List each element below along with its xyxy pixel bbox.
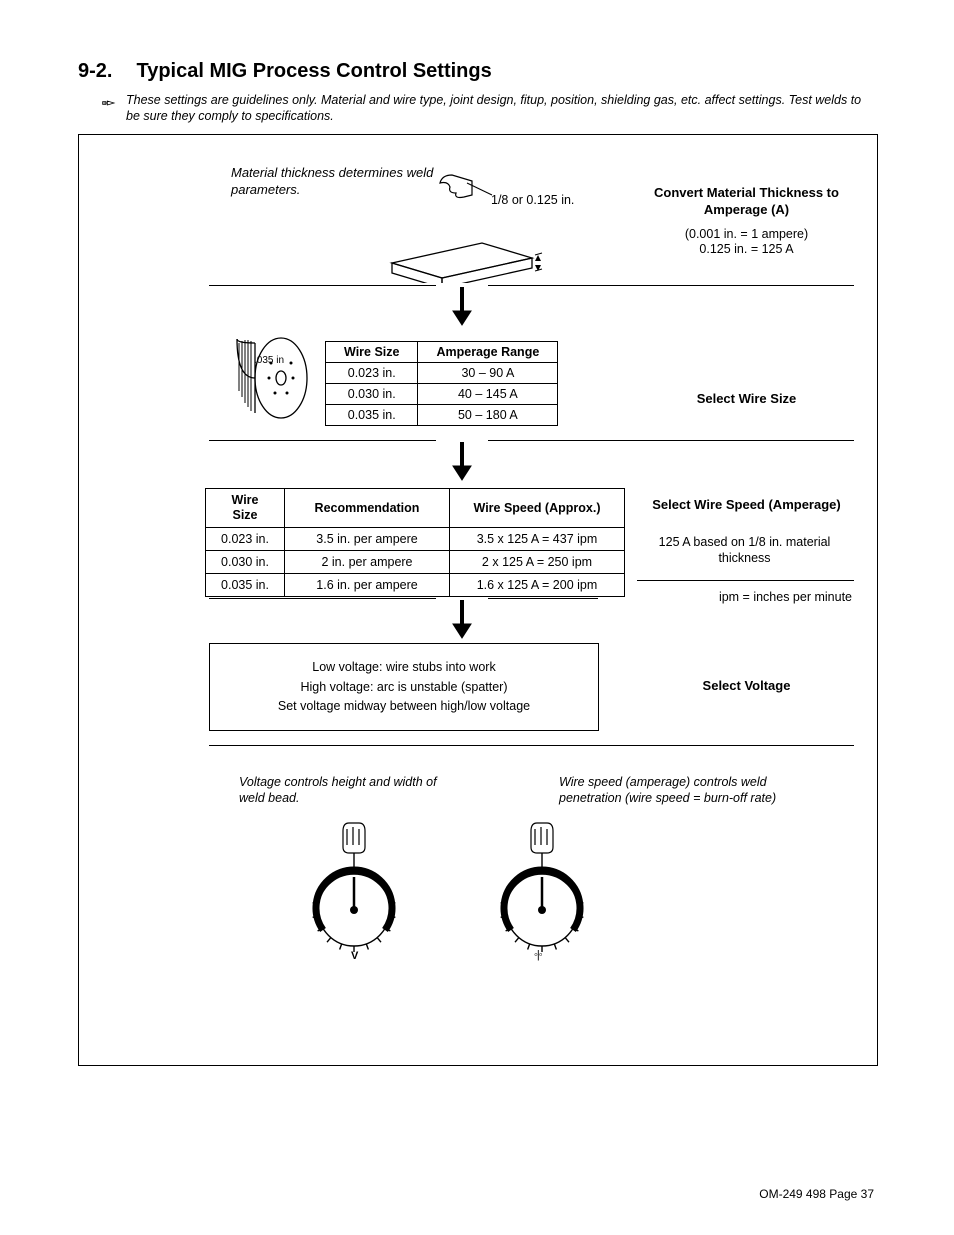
divider bbox=[209, 440, 436, 441]
convert-eq2: 0.125 in. = 125 A bbox=[649, 242, 844, 256]
ipm-definition: ipm = inches per minute bbox=[637, 590, 852, 604]
high-voltage-note: High voltage: arc is unstable (spatter) bbox=[226, 678, 582, 697]
cell: 2 in. per ampere bbox=[285, 551, 450, 574]
arrow-down-icon bbox=[451, 287, 473, 327]
col-wire-size: Wire Size bbox=[206, 489, 285, 528]
cell: 1.6 in. per ampere bbox=[285, 574, 450, 597]
divider bbox=[488, 598, 598, 599]
spool-size-label: .035 in bbox=[254, 355, 284, 366]
cell: 40 – 145 A bbox=[418, 384, 558, 405]
guideline-note: These settings are guidelines only. Mate… bbox=[102, 93, 878, 124]
convert-amperage-block: Convert Material Thickness to Amperage (… bbox=[649, 185, 844, 256]
wire-size-table: Wire Size Amperage Range 0.023 in.30 – 9… bbox=[325, 341, 558, 426]
material-plate-icon bbox=[357, 163, 547, 283]
mid-voltage-note: Set voltage midway between high/low volt… bbox=[226, 697, 582, 716]
wirespeed-knob-icon bbox=[487, 815, 597, 955]
convert-eq1: (0.001 in. = 1 ampere) bbox=[649, 226, 844, 242]
cell: 50 – 180 A bbox=[418, 405, 558, 426]
select-wire-size-title: Select Wire Size bbox=[649, 391, 844, 406]
divider bbox=[488, 285, 854, 286]
low-voltage-note: Low voltage: wire stubs into work bbox=[226, 658, 582, 677]
note-text: These settings are guidelines only. Mate… bbox=[126, 93, 878, 124]
divider bbox=[209, 598, 436, 599]
cell: 0.030 in. bbox=[326, 384, 418, 405]
cell: 0.035 in. bbox=[326, 405, 418, 426]
cell: 3.5 x 125 A = 437 ipm bbox=[450, 528, 625, 551]
divider bbox=[209, 285, 436, 286]
page-footer: OM-249 498 Page 37 bbox=[759, 1187, 874, 1201]
cell: 30 – 90 A bbox=[418, 363, 558, 384]
cell: 2 x 125 A = 250 ipm bbox=[450, 551, 625, 574]
arrow-down-icon bbox=[451, 600, 473, 640]
convert-title: Convert Material Thickness to Amperage (… bbox=[649, 185, 844, 218]
select-wire-speed-title: Select Wire Speed (Amperage) bbox=[649, 497, 844, 513]
divider bbox=[209, 745, 854, 746]
cell: 0.035 in. bbox=[206, 574, 285, 597]
wire-spool-icon bbox=[215, 333, 315, 423]
section-heading: 9-2. Typical MIG Process Control Setting… bbox=[78, 60, 878, 83]
select-voltage-title: Select Voltage bbox=[649, 678, 844, 693]
arrow-down-icon bbox=[451, 442, 473, 482]
speed-knob-caption: Wire speed (amperage) controls weld pene… bbox=[559, 775, 829, 806]
cell: 0.023 in. bbox=[326, 363, 418, 384]
pointing-hand-icon bbox=[102, 95, 118, 111]
wirespeed-knob-label: ◦|◦ bbox=[534, 949, 542, 961]
col-wire-size: Wire Size bbox=[326, 342, 418, 363]
heading-number: 9-2. bbox=[78, 60, 112, 83]
cell: 0.023 in. bbox=[206, 528, 285, 551]
voltage-knob-caption: Voltage controls height and width of wel… bbox=[239, 775, 444, 806]
flowchart-frame: Material thickness determines weld param… bbox=[78, 134, 878, 1066]
wire-speed-table: Wire Size Recommendation Wire Speed (App… bbox=[205, 488, 625, 597]
cell: 1.6 x 125 A = 200 ipm bbox=[450, 574, 625, 597]
voltage-guidance-box: Low voltage: wire stubs into work High v… bbox=[209, 643, 599, 731]
cell: 3.5 in. per ampere bbox=[285, 528, 450, 551]
thickness-callout: 1/8 or 0.125 in. bbox=[491, 193, 574, 207]
col-recommendation: Recommendation bbox=[285, 489, 450, 528]
divider bbox=[637, 580, 854, 581]
divider bbox=[488, 440, 854, 441]
col-amperage-range: Amperage Range bbox=[418, 342, 558, 363]
cell: 0.030 in. bbox=[206, 551, 285, 574]
voltage-knob-icon bbox=[299, 815, 409, 955]
voltage-knob-label: V bbox=[351, 950, 358, 962]
col-wire-speed: Wire Speed (Approx.) bbox=[450, 489, 625, 528]
wire-speed-basis: 125 A based on 1/8 in. material thicknes… bbox=[637, 535, 852, 566]
heading-text: Typical MIG Process Control Settings bbox=[136, 60, 491, 83]
